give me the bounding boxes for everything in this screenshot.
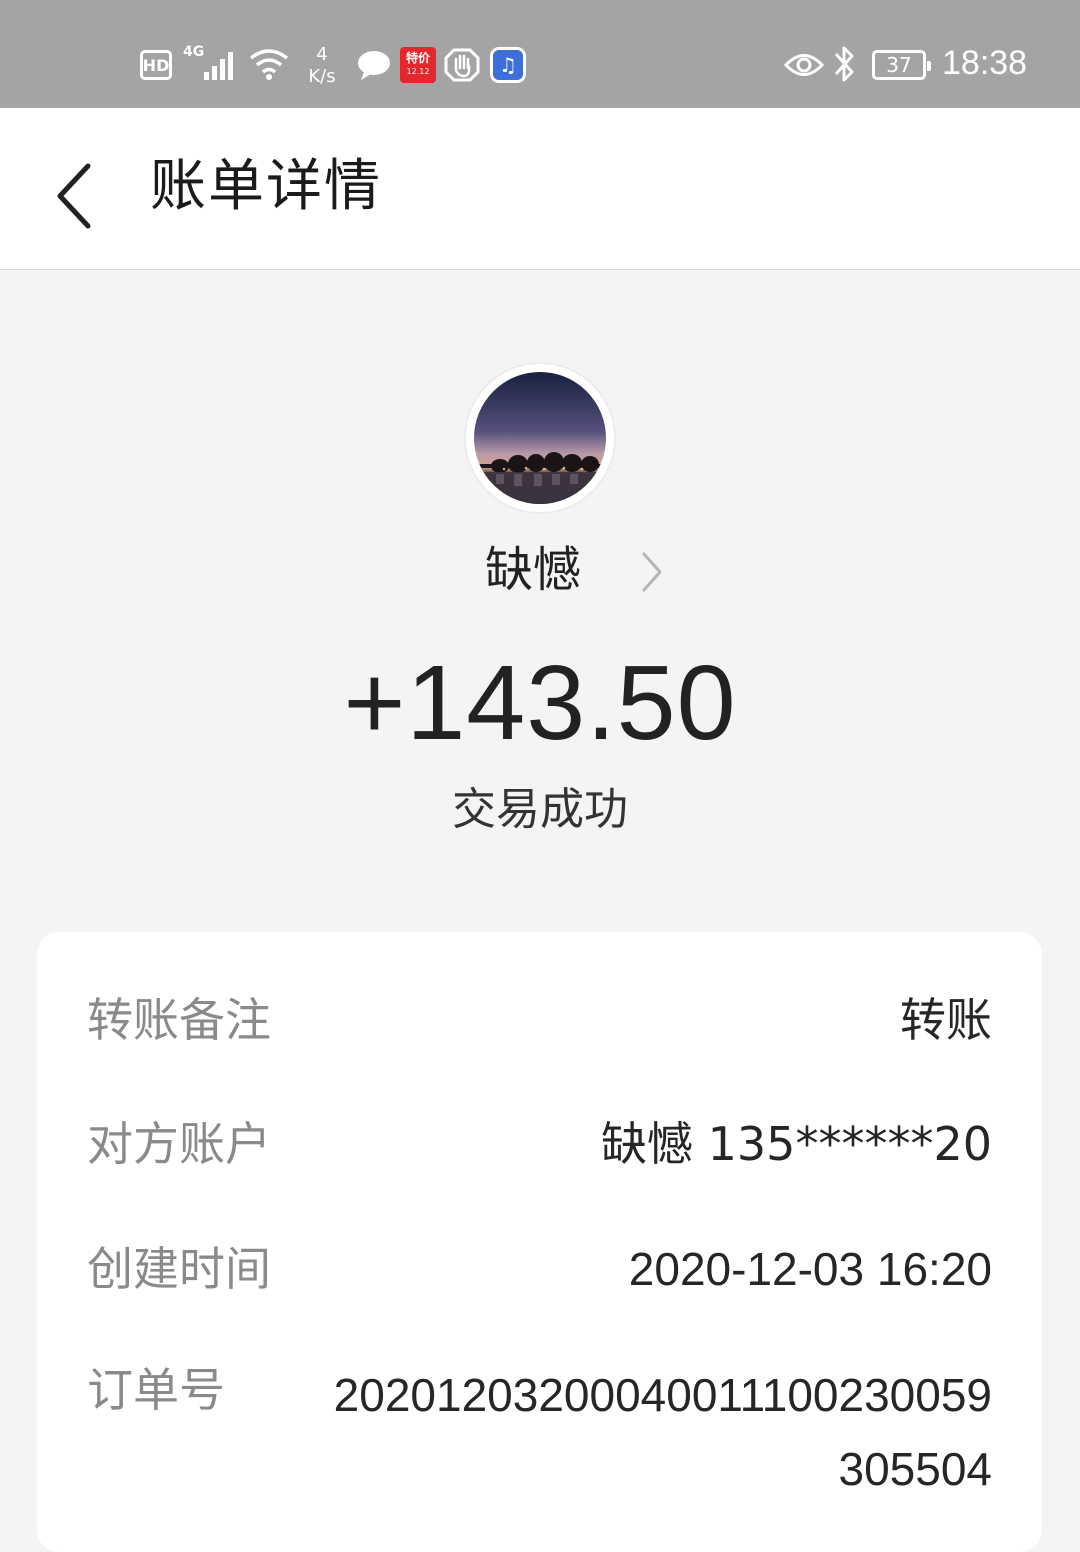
account-value: 缺憾 135******20 <box>601 1117 992 1171</box>
hand-icon <box>444 46 480 84</box>
title-bar: 账单详情 <box>0 108 1080 270</box>
clock: 18:38 <box>942 44 1028 82</box>
back-arrow-icon[interactable] <box>50 158 100 234</box>
music-icon: ♫ <box>490 47 526 83</box>
page-title: 账单详情 <box>150 154 382 219</box>
bluetooth-icon <box>832 44 858 84</box>
transaction-amount: +143.50 <box>343 644 737 762</box>
avatar[interactable] <box>466 364 614 512</box>
created-value: 2020-12-03 16:20 <box>628 1243 992 1295</box>
status-bar: HD 4G 4 K/s 特价 12.12 ♫ 37 18:38 <box>0 0 1080 108</box>
wifi-icon <box>248 46 290 82</box>
created-label: 创建时间 <box>87 1242 271 1296</box>
message-icon <box>356 48 392 82</box>
order-number: 20201203200040011100230059305504 <box>333 1369 992 1495</box>
order-label: 订单号 <box>87 1363 225 1417</box>
chevron-right-icon[interactable] <box>638 548 666 596</box>
cell-signal-icon <box>200 48 240 82</box>
promo-app-icon: 特价 12.12 <box>400 47 436 83</box>
transaction-status: 交易成功 <box>452 784 628 835</box>
battery-icon: 37 <box>872 50 931 80</box>
remark-value: 转账 <box>900 993 992 1047</box>
account-label: 对方账户 <box>87 1117 271 1171</box>
avatar-image <box>474 372 606 504</box>
payee-row[interactable]: 缺憾 <box>0 534 1080 606</box>
speed-unit: K/s <box>308 66 336 87</box>
promo-label: 特价 <box>405 51 430 65</box>
network-speed: 4 K/s <box>300 40 344 92</box>
speed-value: 4 <box>316 44 328 65</box>
details-card: 转账备注 转账 对方账户 缺憾 135******20 创建时间 2020-12… <box>37 932 1042 1552</box>
promo-date: 12.12 <box>406 67 430 76</box>
remark-label: 转账备注 <box>87 993 271 1047</box>
hd-voice-icon: HD <box>140 50 172 80</box>
eye-icon <box>784 50 824 80</box>
payee-name: 缺憾 <box>485 542 582 598</box>
